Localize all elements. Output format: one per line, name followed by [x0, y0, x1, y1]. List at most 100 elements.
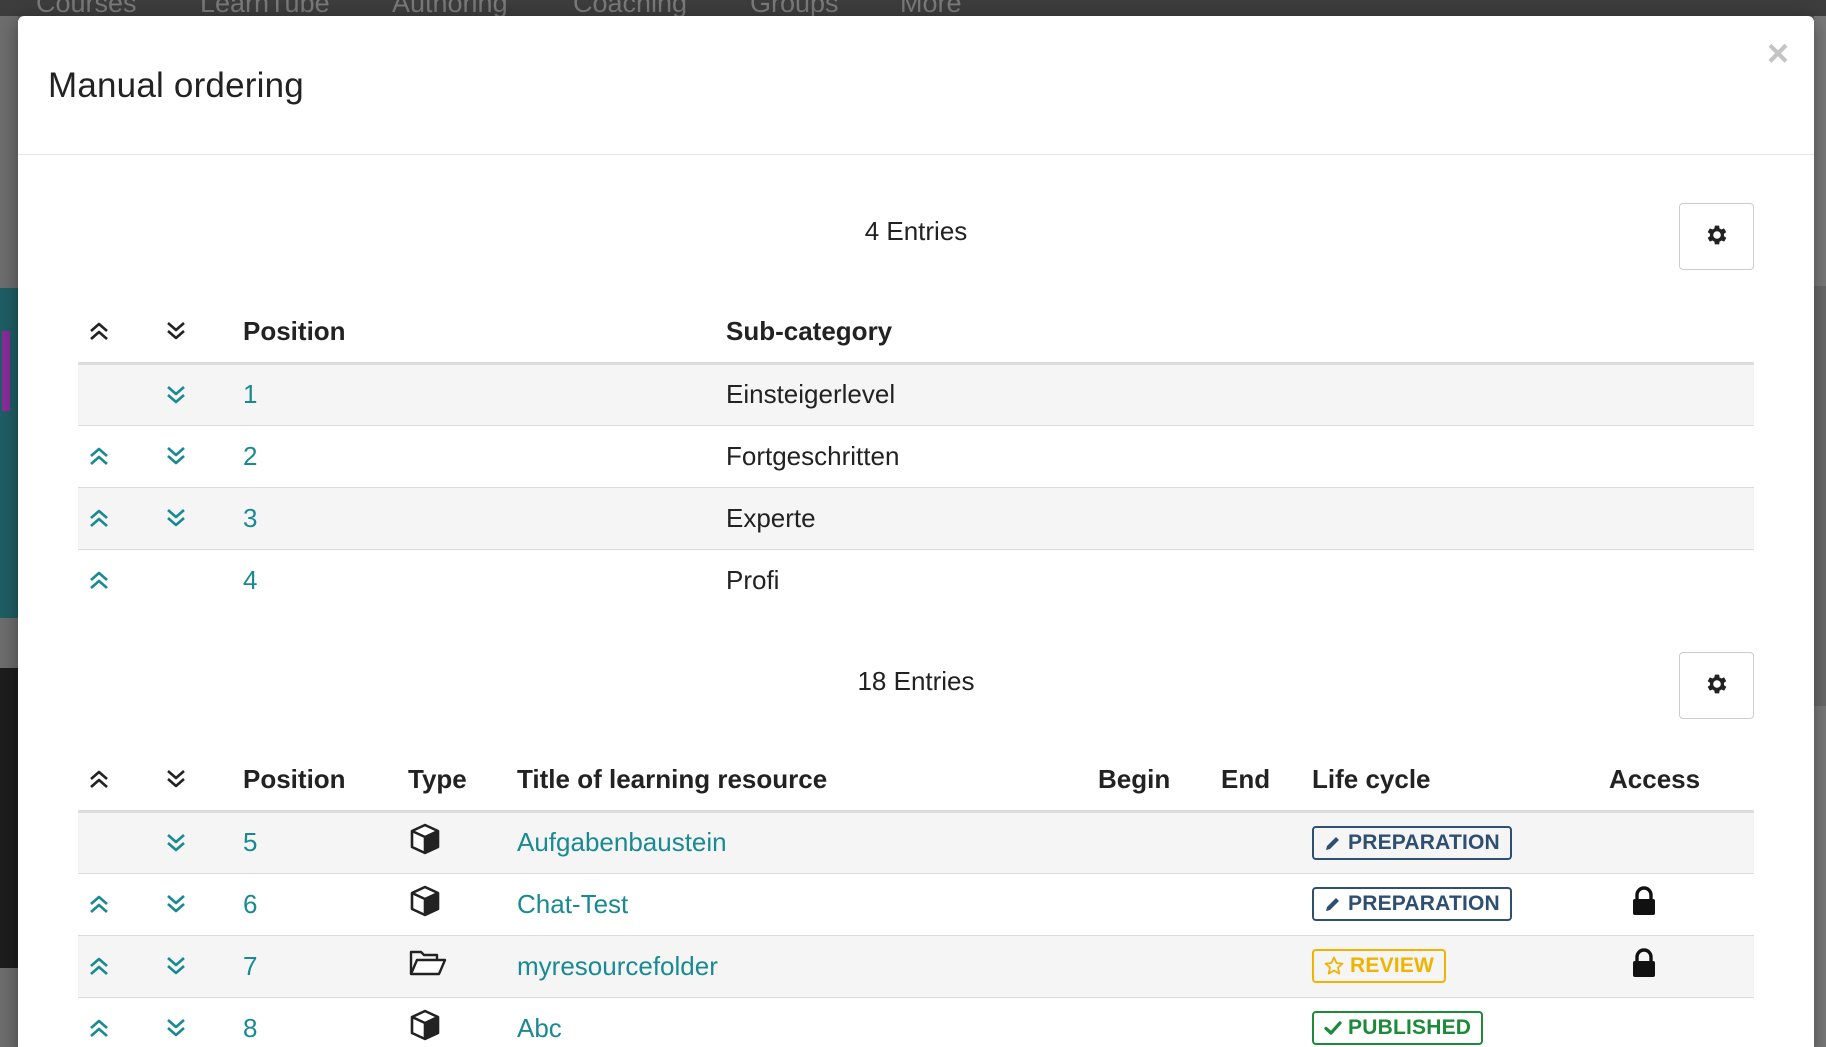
subcategory-name: Fortgeschritten — [726, 425, 1754, 488]
type-cell — [408, 873, 517, 936]
status-badge: PUBLISHED — [1312, 1011, 1484, 1045]
move-up-button[interactable] — [78, 549, 157, 611]
position-link[interactable]: 4 — [243, 549, 726, 611]
double-chevron-up-icon — [90, 957, 108, 975]
resource-section: 18 Entries Position Type Title of learni… — [78, 634, 1754, 1047]
double-chevron-down-icon — [167, 1019, 185, 1037]
dialog-header: Manual ordering × — [18, 16, 1814, 155]
column-header-access[interactable]: Access — [1609, 749, 1754, 813]
status-label: PUBLISHED — [1348, 1016, 1472, 1039]
cube-icon — [410, 885, 440, 916]
background-right-edge — [1814, 16, 1826, 1047]
access-cell — [1609, 873, 1754, 936]
move-down-button[interactable] — [157, 997, 243, 1047]
lifecycle-cell: PUBLISHED — [1312, 997, 1609, 1047]
move-down-button[interactable] — [157, 425, 243, 488]
bg-nav-learntube: LearnTube — [200, 0, 330, 16]
resource-entries-count: 18 Entries — [857, 666, 975, 696]
pencil-icon — [1326, 898, 1339, 911]
sort-move-up-header[interactable] — [78, 301, 157, 365]
move-down-cell — [157, 549, 243, 611]
type-cell — [408, 811, 517, 874]
access-cell — [1609, 997, 1754, 1047]
bg-nav-more: More — [900, 0, 962, 16]
move-up-button[interactable] — [78, 487, 157, 550]
begin-cell — [1098, 997, 1221, 1047]
position-link[interactable]: 8 — [243, 997, 408, 1047]
move-down-button[interactable] — [157, 811, 243, 874]
lifecycle-cell: PREPARATION — [1312, 873, 1609, 936]
subcategory-table: Position Sub-category 1 Einsteigerlevel — [78, 301, 1754, 611]
double-chevron-down-icon — [167, 322, 185, 340]
subcategory-name: Experte — [726, 487, 1754, 550]
column-header-title[interactable]: Title of learning resource — [517, 749, 1098, 813]
subcategory-section: 4 Entries Position Sub-category 1 Einste… — [78, 186, 1754, 626]
resource-title-link[interactable]: myresourcefolder — [517, 935, 1098, 998]
column-header-subcategory[interactable]: Sub-category — [726, 301, 1754, 365]
resource-title-link[interactable]: Chat-Test — [517, 873, 1098, 936]
bg-nav-groups: Groups — [750, 0, 839, 16]
background-right-strip — [1814, 286, 1826, 706]
close-icon[interactable]: × — [1756, 32, 1800, 76]
dialog-title: Manual ordering — [48, 66, 304, 105]
sort-move-up-header[interactable] — [78, 749, 157, 813]
table-row: 7 myresourcefolder REVIEW — [78, 935, 1754, 998]
type-cell — [408, 935, 517, 998]
column-header-position[interactable]: Position — [243, 301, 726, 365]
double-chevron-up-icon — [90, 770, 108, 789]
position-link[interactable]: 2 — [243, 425, 726, 488]
move-down-button[interactable] — [157, 873, 243, 936]
position-link[interactable]: 1 — [243, 363, 726, 426]
access-cell — [1609, 811, 1754, 874]
bg-nav-courses: Courses — [36, 0, 137, 16]
position-link[interactable]: 3 — [243, 487, 726, 550]
double-chevron-down-icon — [167, 509, 185, 527]
table-row: 2 Fortgeschritten — [78, 425, 1754, 488]
resource-table-settings-button[interactable] — [1679, 652, 1754, 719]
gear-icon — [1704, 222, 1730, 251]
double-chevron-down-icon — [167, 385, 185, 403]
double-chevron-up-icon — [90, 509, 108, 527]
resource-title-link[interactable]: Aufgabenbaustein — [517, 811, 1098, 874]
sort-move-down-header[interactable] — [157, 749, 243, 813]
type-cell — [408, 997, 517, 1047]
move-down-button[interactable] — [157, 363, 243, 426]
subcategory-name: Profi — [726, 564, 780, 595]
move-up-button[interactable] — [78, 873, 157, 936]
double-chevron-down-icon — [167, 833, 185, 851]
end-cell — [1221, 935, 1312, 998]
sort-move-down-header[interactable] — [157, 301, 243, 365]
move-down-button[interactable] — [157, 487, 243, 550]
column-header-lifecycle[interactable]: Life cycle — [1312, 749, 1609, 813]
move-up-button[interactable] — [78, 935, 157, 998]
resource-header-row: Position Type Title of learning resource… — [78, 749, 1754, 813]
double-chevron-down-icon — [167, 770, 185, 788]
position-link[interactable]: 7 — [243, 935, 408, 998]
star-icon — [1324, 956, 1344, 975]
double-chevron-down-icon — [167, 957, 185, 975]
double-chevron-up-icon — [90, 1019, 108, 1037]
access-cell — [1609, 935, 1754, 998]
lifecycle-cell: PREPARATION — [1312, 811, 1609, 874]
folder-open-icon — [409, 950, 447, 975]
subcategory-header-row: Position Sub-category — [78, 301, 1754, 365]
status-badge: REVIEW — [1312, 949, 1447, 983]
move-up-button[interactable] — [78, 425, 157, 488]
move-up-cell — [78, 811, 157, 874]
position-link[interactable]: 6 — [243, 873, 408, 936]
column-header-position[interactable]: Position — [243, 749, 408, 813]
move-down-button[interactable] — [157, 935, 243, 998]
column-header-begin[interactable]: Begin — [1098, 749, 1221, 813]
background-nav-bar: Courses LearnTube Authoring Coaching Gro… — [0, 0, 1826, 16]
end-cell — [1221, 997, 1312, 1047]
bg-nav-authoring: Authoring — [392, 0, 508, 16]
manual-ordering-dialog: Manual ordering × 4 Entries Position Sub… — [18, 16, 1814, 1047]
column-header-type[interactable]: Type — [408, 749, 517, 813]
move-up-button[interactable] — [78, 997, 157, 1047]
column-header-end[interactable]: End — [1221, 749, 1312, 813]
resource-table: Position Type Title of learning resource… — [78, 749, 1754, 1047]
subcategory-table-settings-button[interactable] — [1679, 203, 1754, 270]
background-left-edge — [0, 16, 18, 1047]
resource-title-link[interactable]: Abc — [517, 997, 1098, 1047]
position-link[interactable]: 5 — [243, 811, 408, 874]
